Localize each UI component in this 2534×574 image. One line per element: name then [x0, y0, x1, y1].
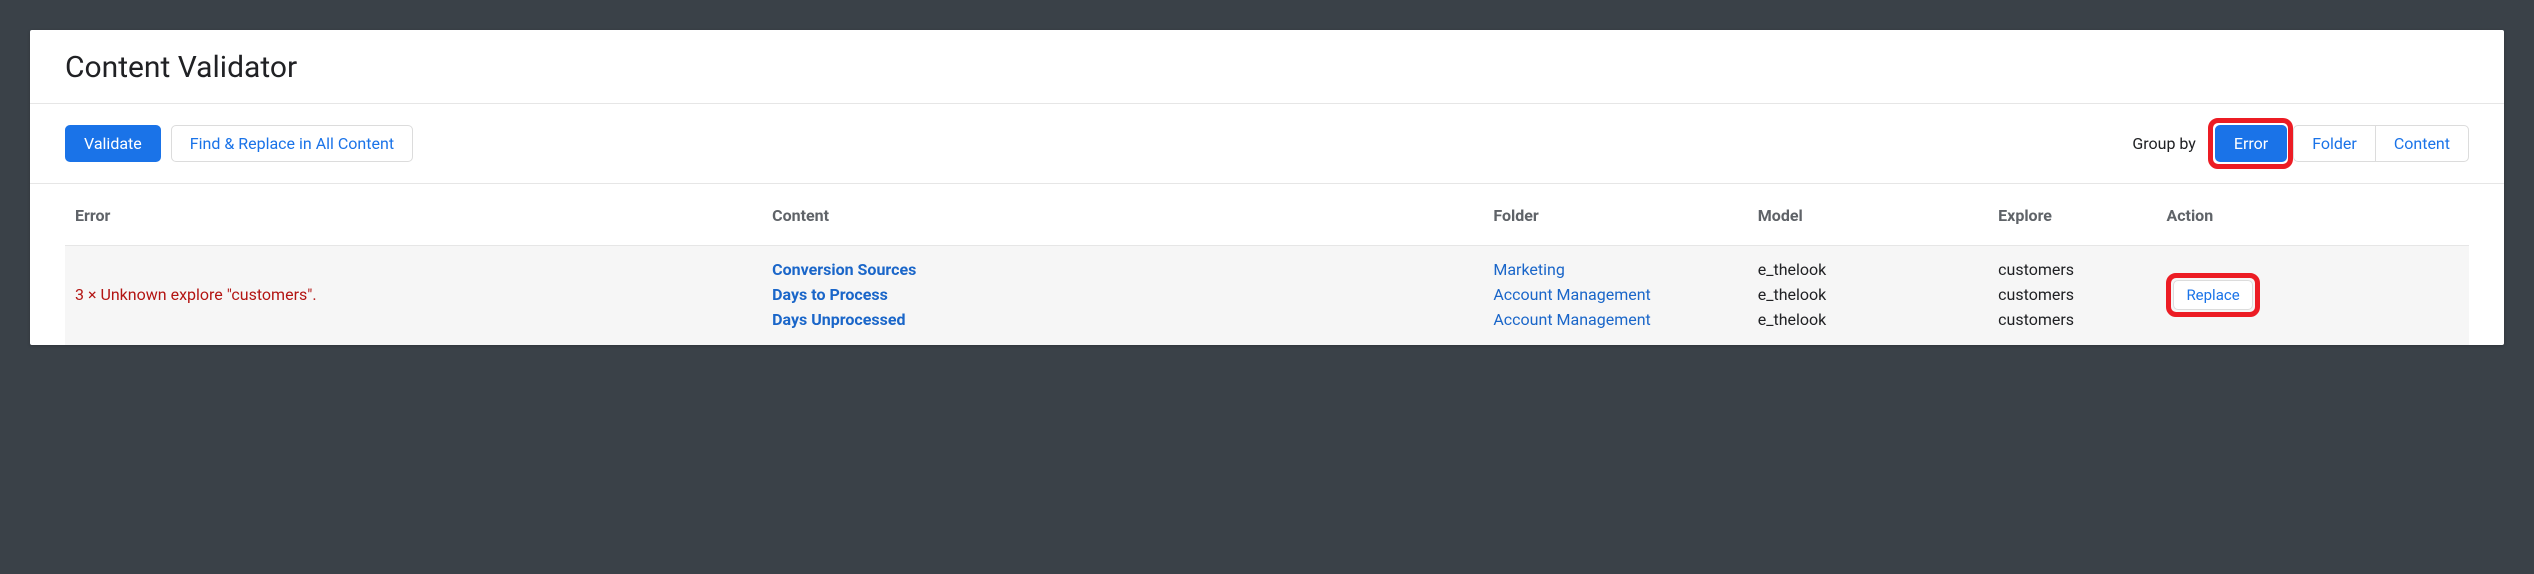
- results-table-wrap: Error Content Folder Model Explore Actio…: [30, 184, 2504, 345]
- error-text: 3 × Unknown explore "customers".: [75, 285, 317, 304]
- cell-folder: Marketing Account Management Account Man…: [1483, 246, 1747, 346]
- th-action: Action: [2156, 184, 2469, 246]
- cell-action: Replace: [2156, 246, 2469, 346]
- folder-link[interactable]: Marketing: [1493, 260, 1737, 279]
- content-validator-panel: Content Validator Validate Find & Replac…: [30, 30, 2504, 345]
- cell-explore: customers customers customers: [1988, 246, 2156, 346]
- validate-button[interactable]: Validate: [65, 125, 161, 162]
- highlight-ring-group-error: Error: [2208, 118, 2293, 169]
- results-table: Error Content Folder Model Explore Actio…: [65, 184, 2469, 345]
- explore-text: customers: [1998, 310, 2146, 329]
- toolbar-left: Validate Find & Replace in All Content: [65, 125, 413, 162]
- cell-content: Conversion Sources Days to Process Days …: [762, 246, 1483, 346]
- th-error: Error: [65, 184, 762, 246]
- model-text: e_thelook: [1758, 285, 1978, 304]
- group-by-content-button[interactable]: Content: [2375, 125, 2469, 162]
- group-by-label: Group by: [2132, 134, 2196, 153]
- th-explore: Explore: [1988, 184, 2156, 246]
- toolbar: Validate Find & Replace in All Content G…: [30, 104, 2504, 184]
- group-by-buttons: Error: [2215, 125, 2287, 162]
- content-link[interactable]: Days Unprocessed: [772, 310, 1473, 329]
- content-link[interactable]: Conversion Sources: [772, 260, 1473, 279]
- th-folder: Folder: [1483, 184, 1747, 246]
- group-by-buttons-rest: Folder Content: [2293, 125, 2469, 162]
- page-header: Content Validator: [30, 30, 2504, 104]
- model-text: e_thelook: [1758, 260, 1978, 279]
- replace-button[interactable]: Replace: [2173, 280, 2252, 310]
- table-row: 3 × Unknown explore "customers". Convers…: [65, 246, 2469, 346]
- cell-model: e_thelook e_thelook e_thelook: [1748, 246, 1988, 346]
- find-replace-button[interactable]: Find & Replace in All Content: [171, 125, 413, 162]
- model-text: e_thelook: [1758, 310, 1978, 329]
- group-by-folder-button[interactable]: Folder: [2293, 125, 2376, 162]
- group-by-error-button[interactable]: Error: [2215, 125, 2287, 162]
- explore-text: customers: [1998, 260, 2146, 279]
- page-title: Content Validator: [65, 50, 2469, 85]
- th-content: Content: [762, 184, 1483, 246]
- highlight-ring-replace: Replace: [2166, 273, 2259, 317]
- folder-link[interactable]: Account Management: [1493, 310, 1737, 329]
- th-model: Model: [1748, 184, 1988, 246]
- folder-link[interactable]: Account Management: [1493, 285, 1737, 304]
- explore-text: customers: [1998, 285, 2146, 304]
- toolbar-right: Group by Error Folder Content: [2132, 118, 2469, 169]
- content-link[interactable]: Days to Process: [772, 285, 1473, 304]
- cell-error: 3 × Unknown explore "customers".: [65, 246, 762, 346]
- table-header-row: Error Content Folder Model Explore Actio…: [65, 184, 2469, 246]
